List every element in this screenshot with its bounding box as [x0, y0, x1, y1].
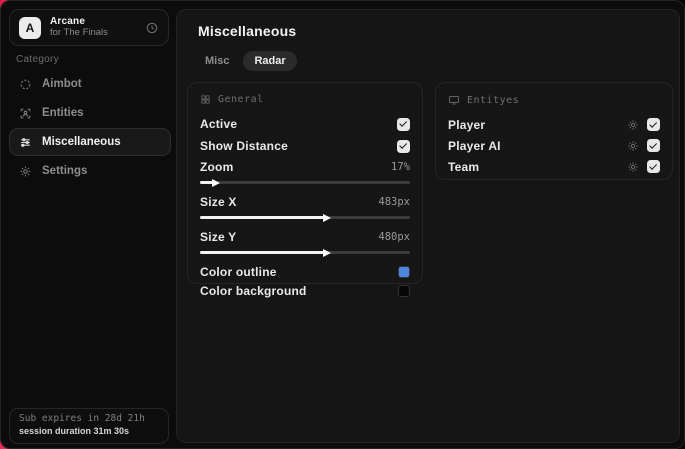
category-label: Category [16, 54, 59, 65]
size-x-slider[interactable] [200, 213, 410, 222]
slider-thumb[interactable] [211, 178, 220, 187]
person-scan-icon [19, 107, 32, 120]
entity-label: Team [448, 159, 480, 174]
tab-misc[interactable]: Misc [194, 51, 240, 71]
toggle-label: Show Distance [200, 139, 288, 153]
entity-label: Player [448, 117, 486, 132]
refresh-icon[interactable] [145, 21, 159, 35]
entity-settings-gear-icon[interactable] [627, 161, 639, 173]
player-ai-checkbox[interactable] [647, 139, 660, 152]
toggle-row-active: Active [200, 113, 410, 135]
slider-value: 17% [391, 161, 410, 173]
avatar: A [19, 16, 41, 39]
color-label: Color outline [200, 264, 277, 279]
entity-row-player-ai: Player AI [448, 135, 660, 156]
color-outline-swatch[interactable] [398, 265, 410, 278]
slider-thumb[interactable] [323, 248, 331, 257]
subscription-card: Sub expires in 28d 21h session duration … [9, 408, 169, 444]
show-distance-checkbox[interactable] [397, 139, 410, 153]
sidebar-item-settings[interactable]: Settings [9, 157, 171, 185]
main-content: Miscellaneous Misc Radar General Active … [176, 9, 680, 443]
entity-settings-gear-icon[interactable] [627, 140, 639, 152]
entity-settings-gear-icon[interactable] [627, 119, 639, 131]
session-duration-text: session duration 31m 30s [19, 426, 130, 436]
sidebar-item-label: Aimbot [42, 78, 82, 90]
sidebar: A Arcane for The Finals Category Aimbot … [1, 1, 176, 448]
slider-label: Zoom [200, 160, 234, 174]
zoom-slider[interactable] [200, 178, 410, 187]
color-background-swatch[interactable] [398, 284, 410, 297]
zoom-slider-group: Zoom 17% [200, 157, 410, 187]
entities-panel-header: Entityes [448, 94, 660, 106]
size-x-slider-group: Size X 483px [200, 192, 410, 222]
slider-label: Size X [200, 195, 237, 209]
monitor-icon [448, 94, 460, 106]
sidebar-nav: Aimbot Entities Miscellaneous Settings [9, 70, 171, 185]
gear-icon [19, 165, 32, 178]
grid-icon [200, 94, 211, 105]
app-titles: Arcane for The Finals [50, 16, 108, 38]
size-y-slider-group: Size Y 480px [200, 227, 410, 257]
color-outline-row: Color outline [200, 262, 410, 281]
check-icon [399, 141, 408, 149]
sidebar-item-miscellaneous[interactable]: Miscellaneous [9, 128, 171, 156]
sidebar-item-entities[interactable]: Entities [9, 99, 171, 127]
active-checkbox[interactable] [397, 117, 410, 131]
size-y-slider[interactable] [200, 248, 410, 257]
desktop-stage: A Arcane for The Finals Category Aimbot … [0, 0, 685, 449]
entity-label: Player AI [448, 138, 501, 153]
check-icon [649, 140, 658, 149]
sidebar-item-label: Settings [42, 165, 88, 177]
slider-value: 480px [378, 231, 410, 243]
general-panel: General Active Show Distance Zoom 17% Si… [187, 82, 423, 298]
sidebar-item-label: Entities [42, 107, 84, 119]
app-subtitle: for The Finals [50, 26, 108, 38]
general-panel-header: General [200, 94, 410, 105]
tab-bar: Misc Radar [194, 51, 297, 71]
toggle-row-show-distance: Show Distance [200, 135, 410, 157]
slider-value: 483px [378, 196, 410, 208]
app-header-card: A Arcane for The Finals [9, 9, 169, 46]
entity-row-player: Player [448, 114, 660, 135]
toggle-label: Active [200, 117, 238, 131]
check-icon [649, 161, 658, 170]
sidebar-item-label: Miscellaneous [42, 136, 121, 148]
sliders-icon [19, 136, 32, 149]
entities-panel: Entityes Player Player AI Team [435, 82, 673, 180]
color-background-row: Color background [200, 281, 410, 300]
check-icon [399, 119, 408, 127]
sub-expiry-text: Sub expires in 28d 21h [19, 413, 145, 424]
player-checkbox[interactable] [647, 118, 660, 131]
color-label: Color background [200, 283, 307, 298]
check-icon [649, 119, 658, 128]
tab-radar[interactable]: Radar [243, 51, 297, 71]
team-checkbox[interactable] [647, 160, 660, 173]
slider-thumb[interactable] [323, 213, 331, 222]
general-panel-title: General [218, 94, 264, 105]
page-title: Miscellaneous [198, 23, 297, 39]
entity-row-team: Team [448, 156, 660, 177]
crosshair-icon [19, 78, 32, 91]
slider-label: Size Y [200, 230, 237, 244]
entities-panel-title: Entityes [467, 94, 520, 106]
app-window: A Arcane for The Finals Category Aimbot … [0, 0, 685, 449]
sidebar-item-aimbot[interactable]: Aimbot [9, 70, 171, 98]
